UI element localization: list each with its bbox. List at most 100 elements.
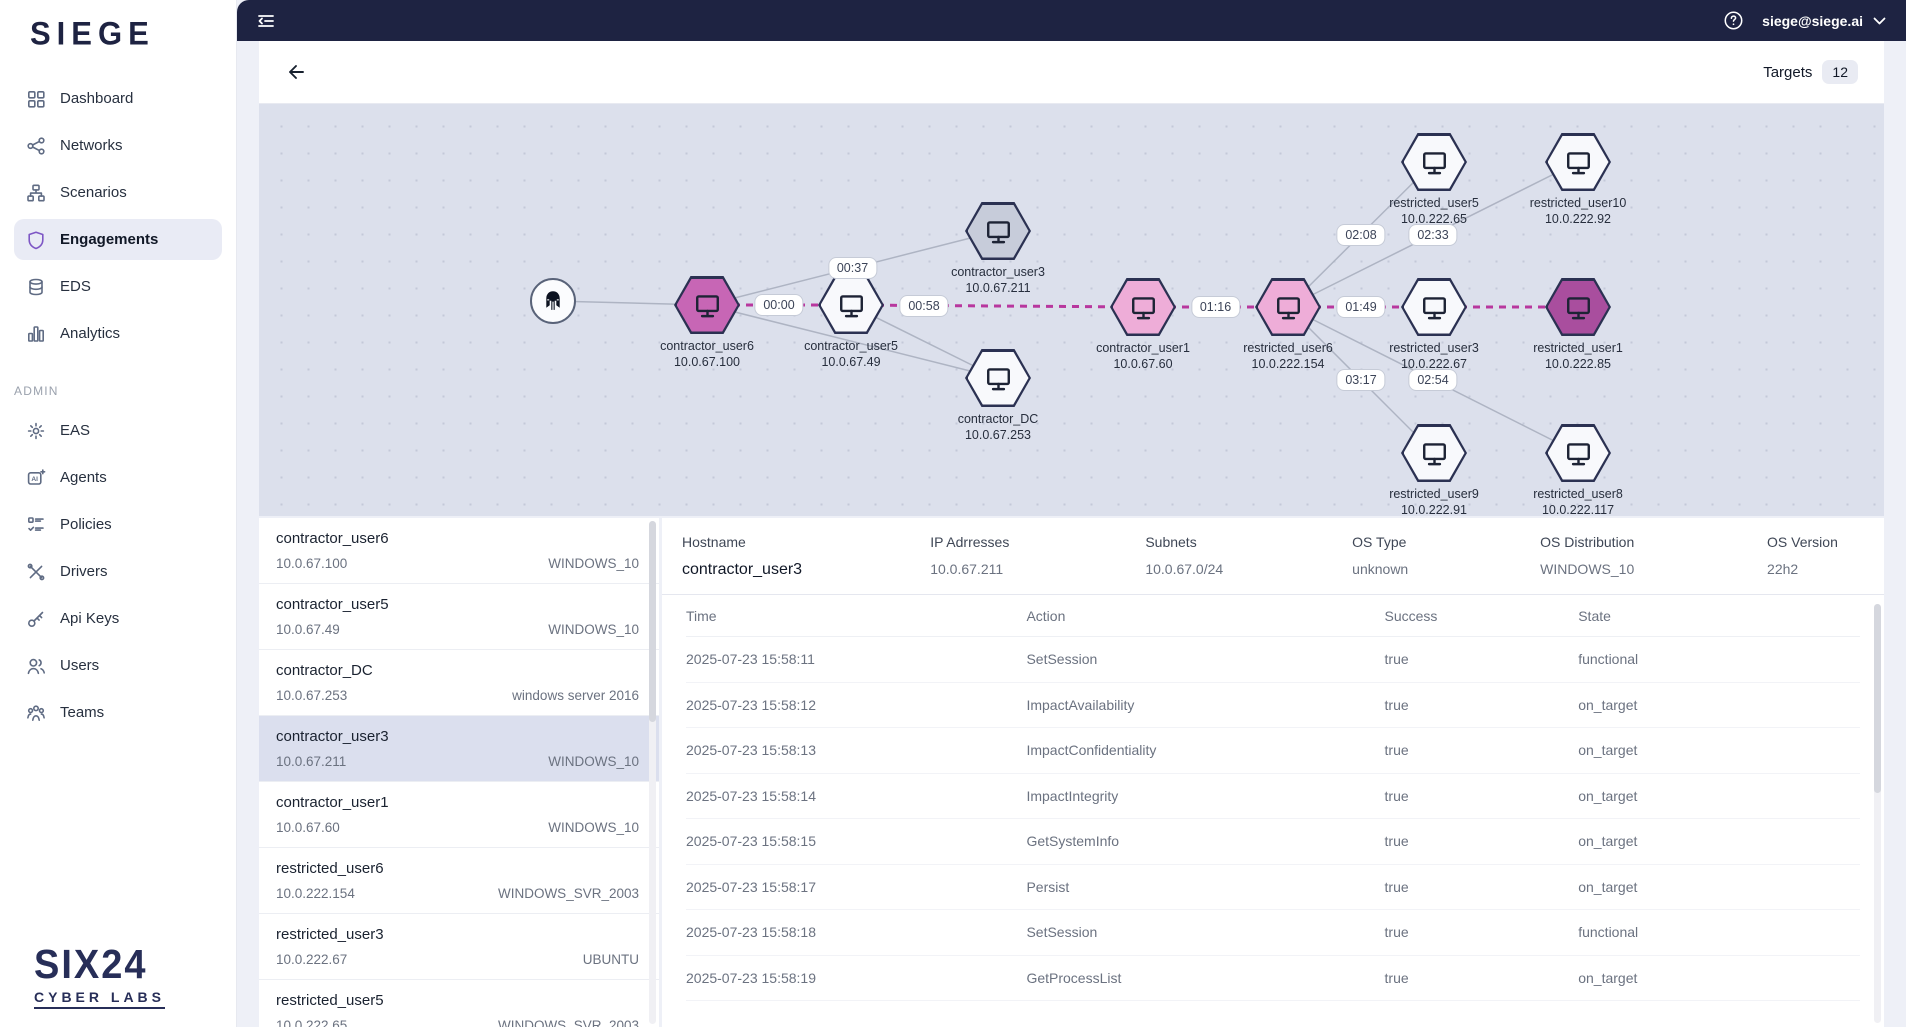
graph-node-restricted_user9[interactable]: [1401, 424, 1467, 482]
events-scrollbar[interactable]: [1874, 604, 1881, 1023]
sidebar-item-policies[interactable]: Policies: [14, 504, 222, 545]
host-details-panel: Hostnamecontractor_user3IP Adrresses10.0…: [662, 518, 1884, 1027]
node-hostname: contractor_DC: [903, 411, 1093, 427]
graph-node-contractor_user1[interactable]: [1110, 278, 1176, 336]
sidebar-item-eds[interactable]: EDS: [14, 266, 222, 307]
host-list-item-restricted_user3[interactable]: restricted_user310.0.222.67UBUNTU: [259, 914, 659, 980]
event-row: 2025-07-23 15:58:13ImpactConfidentiality…: [686, 728, 1860, 774]
monitor-icon: [983, 364, 1014, 393]
sidebar-item-eas[interactable]: EAS: [14, 410, 222, 451]
sidebar-item-label: Analytics: [60, 325, 120, 342]
sidebar-item-drivers[interactable]: Drivers: [14, 551, 222, 592]
sidebar-item-api-keys[interactable]: Api Keys: [14, 598, 222, 639]
host-name: contractor_user3: [276, 728, 639, 745]
events-table: TimeActionSuccessState 2025-07-23 15:58:…: [662, 595, 1884, 1027]
event-cell: on_target: [1578, 833, 1860, 849]
graph-node-contractor_user6[interactable]: [674, 276, 740, 334]
event-row: 2025-07-23 15:58:18SetSessiontruefunctio…: [686, 910, 1860, 956]
event-cell: GetProcessList: [1026, 970, 1384, 986]
drivers-icon: [26, 562, 46, 582]
graph-node-restricted_user1[interactable]: [1545, 278, 1611, 336]
graph-node-contractor_DC[interactable]: [965, 349, 1031, 407]
host-list-scrollbar-thumb[interactable]: [649, 521, 656, 722]
host-list-item-contractor_user6[interactable]: contractor_user610.0.67.100WINDOWS_10: [259, 518, 659, 584]
sidebar-item-dashboard[interactable]: Dashboard: [14, 78, 222, 119]
sidebar-item-label: EAS: [60, 422, 90, 439]
detail-label: Subnets: [1145, 534, 1352, 550]
node-hostname: contractor_user3: [903, 264, 1093, 280]
node-ip: 10.0.67.49: [756, 354, 946, 370]
back-button[interactable]: [285, 62, 305, 82]
host-name: contractor_DC: [276, 662, 639, 679]
graph-node-contractor_user5[interactable]: [818, 276, 884, 334]
sidebar-item-networks[interactable]: Networks: [14, 125, 222, 166]
detail-field-os-version: OS Version22h2: [1767, 534, 1864, 579]
event-cell: on_target: [1578, 879, 1860, 895]
events-scrollbar-thumb[interactable]: [1874, 604, 1881, 793]
edge-time-badge: 01:16: [1191, 296, 1240, 318]
host-os: WINDOWS_10: [548, 556, 639, 571]
event-cell: ImpactIntegrity: [1026, 788, 1384, 804]
sidebar-collapse-icon[interactable]: [255, 10, 277, 32]
graph-node-contractor_user3[interactable]: [965, 202, 1031, 260]
targets-count-badge: 12: [1822, 60, 1858, 84]
network-graph: contractor_user610.0.67.100contractor_us…: [259, 104, 1884, 516]
detail-value: contractor_user3: [682, 561, 930, 579]
events-col-time: Time: [686, 608, 1026, 624]
detail-label: OS Distribution: [1540, 534, 1767, 550]
siege-logo: SIEGE: [0, 0, 236, 58]
event-cell: 2025-07-23 15:58:19: [686, 970, 1026, 986]
event-row: 2025-07-23 15:58:11SetSessiontruefunctio…: [686, 637, 1860, 683]
svg-text:AI: AI: [31, 475, 38, 482]
sidebar-item-agents[interactable]: AIAgents: [14, 457, 222, 498]
monitor-icon: [1563, 293, 1594, 322]
host-name: contractor_user5: [276, 596, 639, 613]
monitor-icon: [1419, 293, 1450, 322]
event-row: 2025-07-23 15:58:19GetProcessListtrueon_…: [686, 956, 1860, 1002]
edge-time-badge: 02:54: [1408, 369, 1457, 391]
apikeys-icon: [26, 609, 46, 629]
host-list-scrollbar[interactable]: [649, 521, 656, 1024]
event-cell: true: [1385, 697, 1579, 713]
host-list-item-restricted_user6[interactable]: restricted_user610.0.222.154WINDOWS_SVR_…: [259, 848, 659, 914]
event-row: 2025-07-23 15:58:12ImpactAvailabilitytru…: [686, 683, 1860, 729]
event-cell: functional: [1578, 651, 1860, 667]
graph-node-restricted_user10[interactable]: [1545, 133, 1611, 191]
host-list-item-contractor_user5[interactable]: contractor_user510.0.67.49WINDOWS_10: [259, 584, 659, 650]
host-os: windows server 2016: [512, 688, 639, 703]
sidebar-item-users[interactable]: Users: [14, 645, 222, 686]
host-list-item-contractor_DC[interactable]: contractor_DC10.0.67.253windows server 2…: [259, 650, 659, 716]
sidebar-item-analytics[interactable]: Analytics: [14, 313, 222, 354]
host-list-item-restricted_user5[interactable]: restricted_user510.0.222.65WINDOWS_SVR_2…: [259, 980, 659, 1027]
graph-node-restricted_user8[interactable]: [1545, 424, 1611, 482]
sidebar-item-engagements[interactable]: Engagements: [14, 219, 222, 260]
host-os: WINDOWS_SVR_2003: [498, 886, 639, 901]
detail-field-subnets: Subnets10.0.67.0/24: [1145, 534, 1352, 579]
agents-icon: AI: [26, 468, 46, 488]
engagements-icon: [26, 230, 46, 250]
six24-logo-text: SIX24: [34, 944, 165, 985]
host-ip: 10.0.67.60: [276, 820, 340, 835]
attacker-node[interactable]: [530, 278, 576, 324]
host-name: restricted_user6: [276, 860, 639, 877]
graph-node-restricted_user3[interactable]: [1401, 278, 1467, 336]
host-list-item-contractor_user3[interactable]: contractor_user3 10.0.67.211WINDOWS_10: [259, 716, 659, 782]
help-icon[interactable]: [1723, 10, 1744, 31]
monitor-icon: [983, 217, 1014, 246]
event-cell: functional: [1578, 924, 1860, 940]
host-ip: 10.0.222.67: [276, 952, 347, 967]
graph-edges: [259, 104, 1884, 516]
monitor-icon: [1128, 293, 1159, 322]
graph-node-restricted_user6[interactable]: [1255, 278, 1321, 336]
host-meta: 10.0.67.211WINDOWS_10: [276, 754, 639, 769]
sidebar-item-teams[interactable]: Teams: [14, 692, 222, 733]
host-list-item-contractor_user1[interactable]: contractor_user110.0.67.60WINDOWS_10: [259, 782, 659, 848]
graph-node-restricted_user5[interactable]: [1401, 133, 1467, 191]
host-os: WINDOWS_SVR_2003: [498, 1018, 639, 1027]
monitor-icon: [1273, 293, 1304, 322]
dashboard-icon: [26, 89, 46, 109]
sidebar-item-scenarios[interactable]: Scenarios: [14, 172, 222, 213]
user-menu[interactable]: siege@siege.ai: [1762, 13, 1886, 29]
six24-logo: SIX24 CYBER LABS: [34, 946, 165, 1009]
host-name: restricted_user3: [276, 926, 639, 943]
